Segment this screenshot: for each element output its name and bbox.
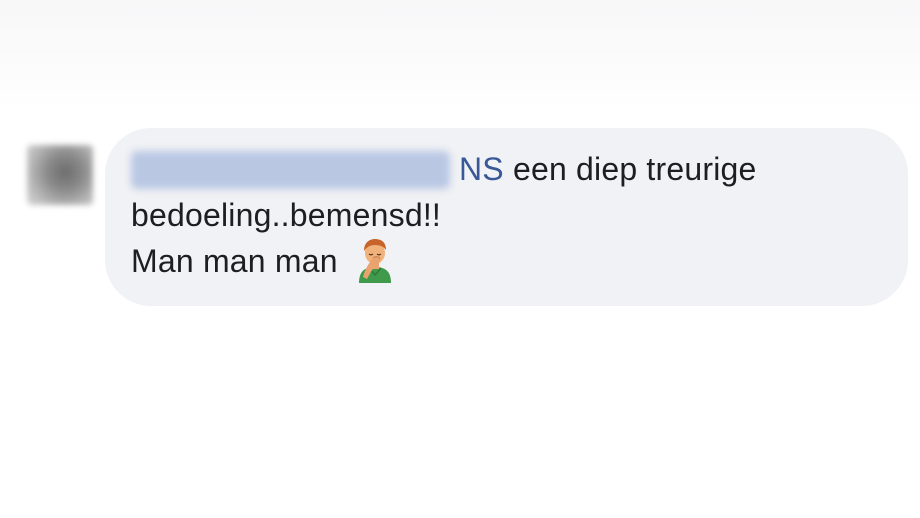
comment-text-part-3: Man man man	[131, 243, 347, 279]
comment-text-part-2: bedoeling..bemensd!!	[131, 197, 441, 233]
comment-text-part-1: een diep treurige	[503, 151, 757, 187]
author-name-redacted[interactable]	[131, 150, 450, 189]
comment-line-2: bedoeling..bemensd!!	[131, 192, 908, 238]
comment-line-1: NS een diep treurige	[131, 146, 908, 192]
mention-link[interactable]: NS	[459, 151, 504, 187]
comment-line-3: Man man man	[131, 238, 908, 287]
avatar[interactable]	[27, 145, 93, 205]
facepalm-emoji-icon	[355, 237, 395, 283]
blurred-background-area	[0, 0, 920, 110]
comment-bubble: NS een diep treurige bedoeling..bemensd!…	[105, 128, 908, 306]
